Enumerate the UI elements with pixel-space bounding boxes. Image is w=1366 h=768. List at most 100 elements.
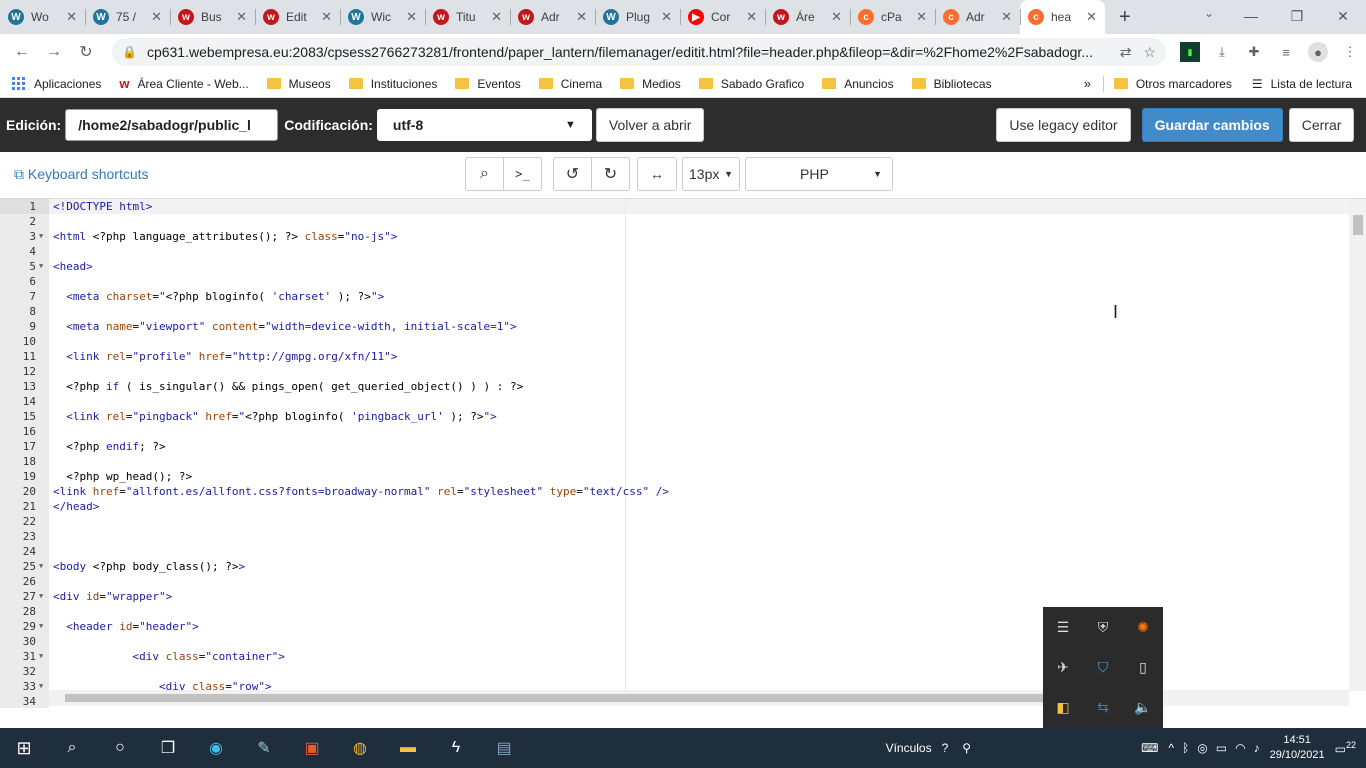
bluetooth-app-icon[interactable]: ◧ bbox=[1043, 687, 1083, 727]
search-icon[interactable]: ⌕ bbox=[465, 157, 504, 191]
bookmark-item[interactable]: w Área Cliente - Web... bbox=[119, 76, 248, 91]
browser-tab[interactable]: ▶ Cor ✕ bbox=[680, 0, 765, 34]
translate-icon[interactable]: ⇄ bbox=[1120, 44, 1132, 61]
bookmark-item[interactable]: Museos bbox=[266, 77, 331, 91]
close-icon[interactable]: ✕ bbox=[1320, 0, 1366, 32]
bookmarks-more-icon[interactable]: » bbox=[1084, 76, 1091, 91]
code-line[interactable]: 10 bbox=[0, 334, 1349, 349]
defender-icon[interactable]: ⛉ bbox=[1083, 647, 1123, 687]
reload-icon[interactable]: ↻ bbox=[70, 42, 102, 62]
code-line[interactable]: 23 bbox=[0, 529, 1349, 544]
browser-tab[interactable]: w Edit ✕ bbox=[255, 0, 340, 34]
bluetooth-icon[interactable]: ᛒ bbox=[1182, 741, 1189, 755]
bookmark-item[interactable]: Eventos bbox=[455, 77, 521, 91]
office-app-icon[interactable]: ▣ bbox=[288, 728, 336, 768]
bookmark-star-icon[interactable]: ☆ bbox=[1143, 44, 1156, 61]
code-line[interactable]: 3 ▼ <html <?php language_attributes(); ?> … bbox=[0, 229, 1349, 244]
code-line[interactable]: 2 bbox=[0, 214, 1349, 229]
tab-close-icon[interactable]: ✕ bbox=[1086, 9, 1097, 25]
browser-tab[interactable]: w Áre ✕ bbox=[765, 0, 850, 34]
browser-tab[interactable]: c hea ✕ bbox=[1020, 0, 1105, 34]
tab-close-icon[interactable]: ✕ bbox=[66, 9, 77, 25]
chrome-icon[interactable]: ◍ bbox=[336, 728, 384, 768]
code-line[interactable]: 1 <!DOCTYPE html> bbox=[0, 199, 1349, 214]
code-line[interactable]: 13 <?php if ( is_singular() && pings_ope… bbox=[0, 379, 1349, 394]
tab-close-icon[interactable]: ✕ bbox=[491, 9, 502, 25]
camera-icon[interactable]: ◎ bbox=[1197, 741, 1207, 755]
browser-tab[interactable]: c Adr ✕ bbox=[935, 0, 1020, 34]
fold-toggle-icon[interactable]: ▼ bbox=[39, 259, 43, 274]
mode-select[interactable]: PHP ▼ bbox=[745, 157, 893, 191]
code-line[interactable]: 20 <link href="allfont.es/allfont.css?fon… bbox=[0, 484, 1349, 499]
chevron-up-icon[interactable]: ^ bbox=[1168, 741, 1174, 755]
code-line[interactable]: 16 bbox=[0, 424, 1349, 439]
tab-close-icon[interactable]: ✕ bbox=[831, 9, 842, 25]
save-changes-button[interactable]: Guardar cambios bbox=[1141, 108, 1283, 142]
links-toolbar-label[interactable]: Vínculos bbox=[886, 741, 932, 755]
tab-close-icon[interactable]: ✕ bbox=[746, 9, 757, 25]
avast-icon[interactable]: ✺ bbox=[1123, 607, 1163, 647]
browser-tab[interactable]: c cPa ✕ bbox=[850, 0, 935, 34]
profile-avatar-icon[interactable]: ● bbox=[1308, 42, 1328, 62]
minimize-icon[interactable]: — bbox=[1228, 0, 1274, 32]
chat-icon[interactable]: ☰ bbox=[1043, 607, 1083, 647]
tab-search-icon[interactable]: ⌄ bbox=[1204, 6, 1214, 20]
code-line[interactable]: 17 <?php endif; ?> bbox=[0, 439, 1349, 454]
bookmark-other-folder[interactable]: Otros marcadores bbox=[1113, 77, 1232, 91]
bookmark-item[interactable]: Medios bbox=[620, 77, 681, 91]
code-line[interactable]: 18 bbox=[0, 454, 1349, 469]
keyboard-icon[interactable]: ⌨ bbox=[1141, 741, 1158, 755]
font-size-select[interactable]: 13px ▼ bbox=[682, 157, 740, 191]
bookmark-item[interactable]: Aplicaciones bbox=[12, 76, 101, 91]
browser-tab[interactable]: w Titu ✕ bbox=[425, 0, 510, 34]
back-icon[interactable]: ← bbox=[6, 43, 38, 61]
bookmark-item[interactable]: Instituciones bbox=[348, 77, 437, 91]
code-line[interactable]: 25 ▼ <body <?php body_class(); ?>> bbox=[0, 559, 1349, 574]
file-path-input[interactable]: /home2/sabadogr/public_l bbox=[65, 109, 279, 141]
keyboard-shortcuts-link[interactable]: ⧉ Keyboard shortcuts bbox=[14, 166, 149, 183]
encoding-select[interactable]: utf-8 ▼ bbox=[376, 109, 592, 141]
new-tab-button[interactable]: + bbox=[1119, 0, 1131, 34]
search-icon[interactable]: ⌕ bbox=[48, 728, 96, 768]
browser-tab[interactable]: w Adr ✕ bbox=[510, 0, 595, 34]
battery-icon[interactable]: ▭ bbox=[1216, 741, 1227, 755]
legacy-editor-button[interactable]: Use legacy editor bbox=[996, 108, 1131, 142]
url-input[interactable]: 🔒 cp631.webempresa.eu:2083/cpsess2766273… bbox=[112, 38, 1166, 66]
reopen-button[interactable]: Volver a abrir bbox=[595, 108, 705, 142]
speaker-icon[interactable]: ♪ bbox=[1254, 741, 1260, 755]
code-line[interactable]: 14 bbox=[0, 394, 1349, 409]
code-line[interactable]: 9 <meta name="viewport" content="width=d… bbox=[0, 319, 1349, 334]
code-line[interactable]: 8 bbox=[0, 304, 1349, 319]
clock[interactable]: 14:51 29/10/2021 bbox=[1270, 733, 1325, 763]
people-icon[interactable]: ⚲ bbox=[962, 741, 971, 755]
tab-close-icon[interactable]: ✕ bbox=[1001, 9, 1012, 25]
tab-close-icon[interactable]: ✕ bbox=[661, 9, 672, 25]
browser-tab[interactable]: W 75 / ✕ bbox=[85, 0, 170, 34]
usb-icon[interactable]: ▯ bbox=[1123, 647, 1163, 687]
reading-list-button[interactable]: ☰ Lista de lectura bbox=[1252, 77, 1352, 91]
close-button[interactable]: Cerrar bbox=[1288, 108, 1355, 142]
lock-icon[interactable]: 🔒 bbox=[122, 45, 137, 59]
code-line[interactable]: 12 bbox=[0, 364, 1349, 379]
undo-icon[interactable]: ↺ bbox=[553, 157, 592, 191]
tab-close-icon[interactable]: ✕ bbox=[236, 9, 247, 25]
menu-kebab-icon[interactable]: ⋮ bbox=[1340, 42, 1360, 62]
task-view-icon[interactable]: ❒ bbox=[144, 728, 192, 768]
cortana-icon[interactable]: ○ bbox=[96, 728, 144, 768]
lightning-app-icon[interactable]: ϟ bbox=[432, 728, 480, 768]
pen-app-icon[interactable]: ✎ bbox=[240, 728, 288, 768]
fold-toggle-icon[interactable]: ▼ bbox=[39, 589, 43, 604]
bookmark-item[interactable]: Anuncios bbox=[822, 77, 894, 91]
bookmark-item[interactable]: Sabado Grafico bbox=[698, 77, 804, 91]
tab-close-icon[interactable]: ✕ bbox=[406, 9, 417, 25]
tab-close-icon[interactable]: ✕ bbox=[916, 9, 927, 25]
code-line[interactable]: 21 </head> bbox=[0, 499, 1349, 514]
extension-terminal-icon[interactable]: ▮ bbox=[1180, 42, 1200, 62]
volume-icon[interactable]: 🔈 bbox=[1123, 687, 1163, 727]
wifi-icon[interactable]: ◠ bbox=[1235, 741, 1245, 755]
browser-tab[interactable]: W Wic ✕ bbox=[340, 0, 425, 34]
fold-toggle-icon[interactable]: ▼ bbox=[39, 229, 43, 244]
help-icon[interactable]: ? bbox=[942, 741, 949, 755]
tab-close-icon[interactable]: ✕ bbox=[576, 9, 587, 25]
edge-icon[interactable]: ◉ bbox=[192, 728, 240, 768]
